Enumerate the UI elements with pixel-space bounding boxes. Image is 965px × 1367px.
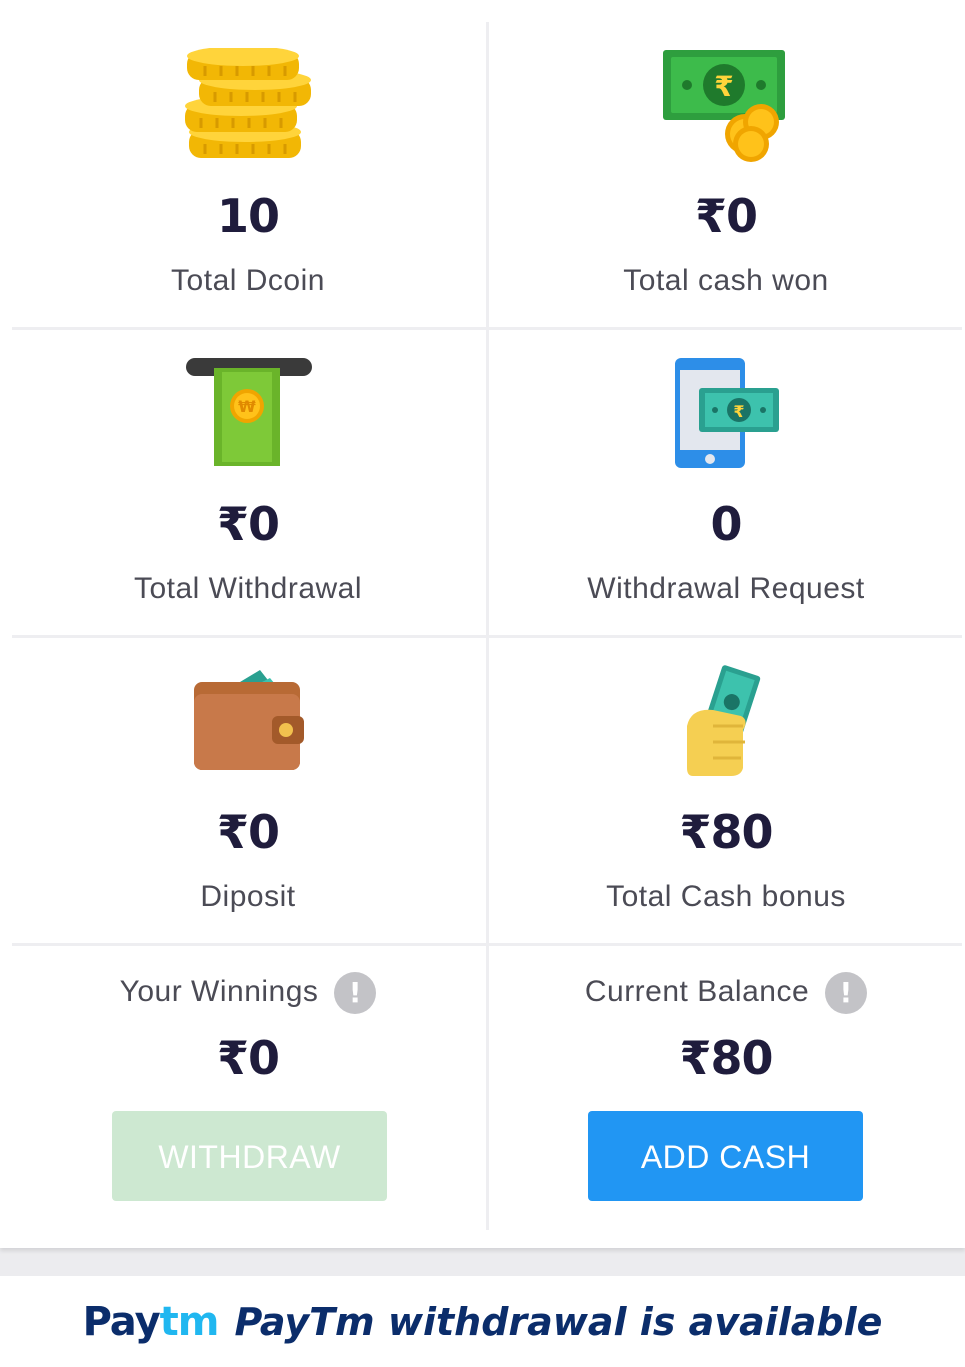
paytm-logo-pay: Pay	[82, 1298, 161, 1345]
winnings-label: Your Winnings	[119, 974, 319, 1008]
withdrawal-label: Total Withdrawal	[133, 572, 363, 605]
paytm-banner[interactable]: Pay tm PayTm withdrawal is available	[0, 1276, 965, 1367]
winnings-heading: Your Winnings!	[10, 972, 486, 1014]
deposit-label: Diposit	[200, 880, 296, 913]
info-icon[interactable]: !	[334, 972, 377, 1014]
row-divider	[12, 635, 962, 638]
add-cash-button[interactable]: ADD CASH	[588, 1111, 863, 1201]
deposit-value: ₹0	[216, 805, 280, 859]
coin-stack-icon	[185, 48, 311, 158]
cash-won-value: ₹0	[694, 189, 758, 243]
cash-bonus-label: Total Cash bonus	[606, 880, 846, 913]
wallet-icon	[194, 670, 304, 770]
banner-text: PayTm withdrawal is available	[234, 1299, 883, 1344]
cash-won-label: Total cash won	[623, 264, 829, 297]
cash-note-coins-icon: ₹	[663, 50, 785, 162]
withdraw-button[interactable]: WITHDRAW	[112, 1111, 387, 1201]
withdrawal-request-label: Withdrawal Request	[587, 572, 865, 605]
svg-text:₹: ₹	[733, 402, 744, 421]
row-divider	[12, 327, 962, 330]
withdrawal-value: ₹0	[216, 497, 280, 551]
cash-bonus-value: ₹80	[679, 805, 773, 859]
dcoin-value: 10	[216, 189, 280, 243]
wallet-summary-card: 10 Total Dcoin ₹ ₹0 Total cash won ₩ ₹0 …	[0, 0, 965, 1248]
paytm-logo: Pay tm	[82, 1298, 220, 1345]
hand-cash-icon	[687, 665, 761, 776]
winnings-value: ₹0	[216, 1031, 280, 1085]
row-divider	[12, 943, 962, 946]
svg-text:₩: ₩	[238, 397, 256, 416]
withdrawal-request-value: 0	[710, 497, 742, 551]
balance-value: ₹80	[679, 1031, 773, 1085]
info-icon[interactable]: !	[825, 972, 868, 1014]
balance-label: Current Balance	[584, 974, 810, 1008]
paytm-logo-tm: tm	[159, 1298, 220, 1345]
balance-heading: Current Balance!	[488, 972, 964, 1014]
dcoin-label: Total Dcoin	[171, 264, 325, 297]
phone-cash-icon: ₹	[675, 358, 779, 468]
svg-text:₹: ₹	[714, 70, 733, 103]
atm-withdraw-icon: ₩	[186, 358, 312, 466]
